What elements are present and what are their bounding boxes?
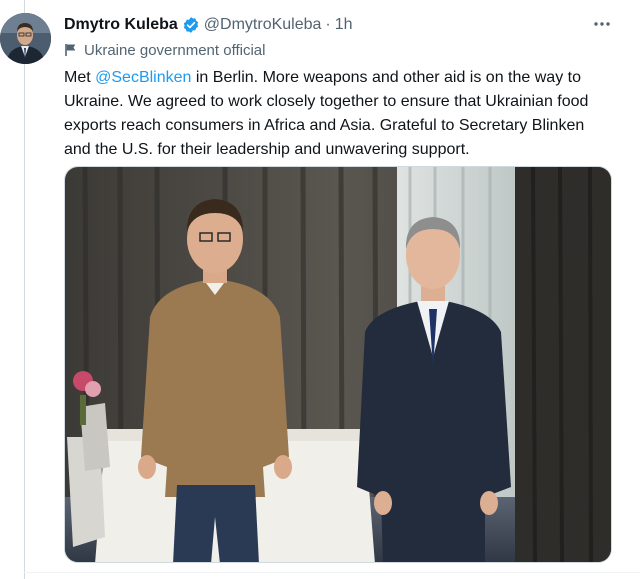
account-label[interactable]: Ukraine government official bbox=[64, 40, 265, 60]
thread-line bbox=[24, 0, 25, 579]
avatar[interactable] bbox=[0, 13, 51, 64]
tweet-text-before: Met bbox=[64, 69, 96, 86]
more-options-icon[interactable] bbox=[592, 14, 612, 34]
verified-badge-icon bbox=[182, 16, 200, 34]
mention-link[interactable]: @SecBlinken bbox=[95, 69, 191, 86]
tweet-photo[interactable] bbox=[64, 166, 612, 563]
tweet-divider bbox=[24, 572, 640, 573]
author-display-name[interactable]: Dmytro Kuleba bbox=[64, 16, 178, 34]
author-handle[interactable]: @DmytroKuleba bbox=[204, 16, 322, 34]
tweet-timestamp[interactable]: 1h bbox=[335, 16, 353, 34]
account-label-text: Ukraine government official bbox=[84, 41, 266, 59]
separator-dot: · bbox=[325, 16, 331, 33]
tweet-header: Dmytro Kuleba @DmytroKuleba · 1h bbox=[64, 14, 620, 36]
flag-icon bbox=[64, 43, 78, 57]
tweet-text: Met @SecBlinken in Berlin. More weapons … bbox=[64, 66, 612, 162]
